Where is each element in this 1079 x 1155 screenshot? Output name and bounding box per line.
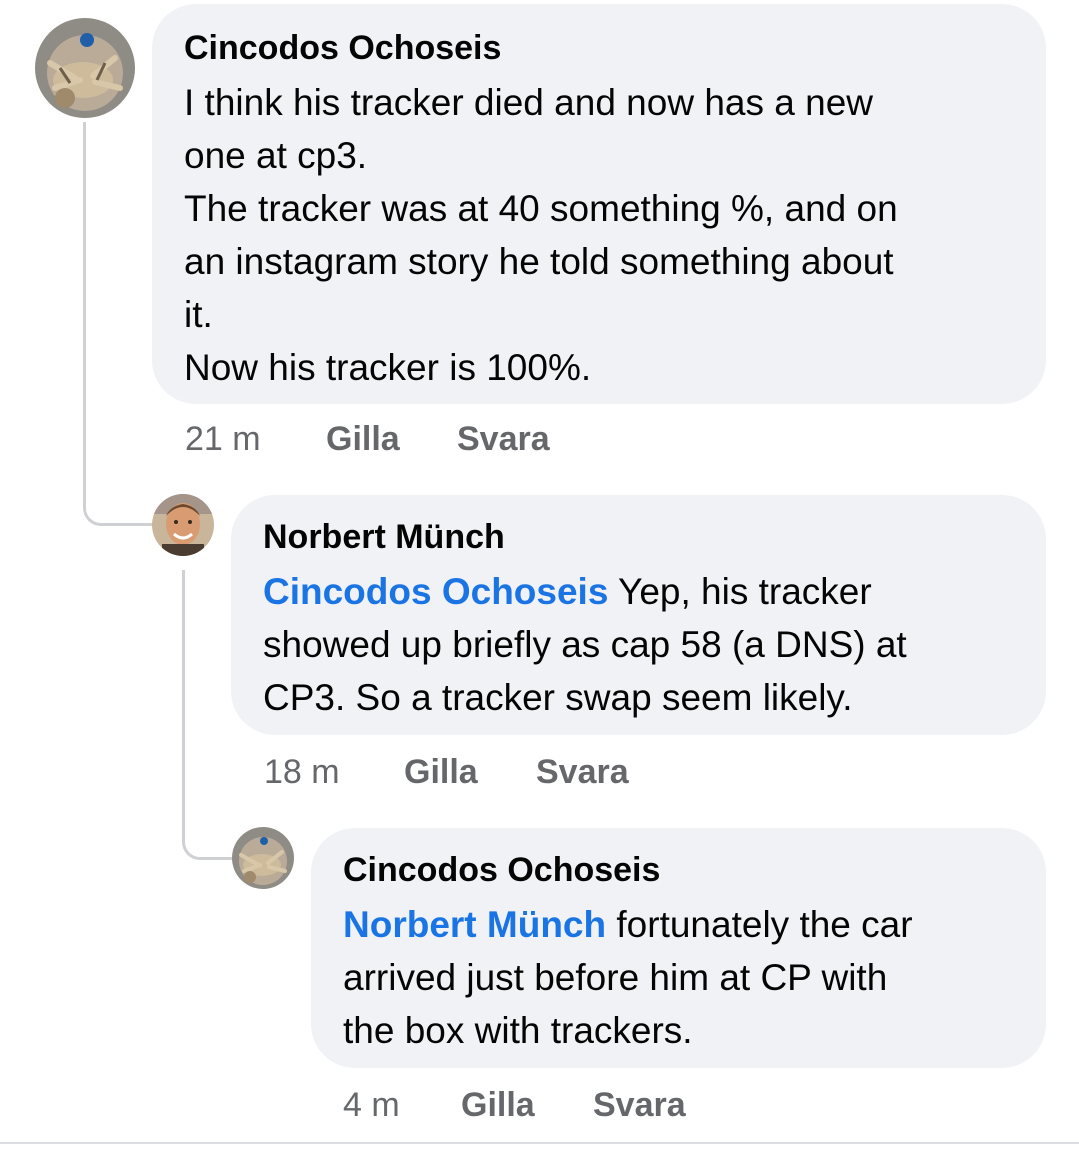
- thread-line: [83, 122, 155, 526]
- comment-text-fragment: fortunately the car: [606, 904, 913, 945]
- comment-text-line: Now his tracker is 100%.: [184, 347, 592, 388]
- comment-text-line: arrived just before him at CP with: [343, 957, 888, 998]
- like-button[interactable]: Gilla: [404, 753, 478, 792]
- like-button[interactable]: Gilla: [461, 1086, 535, 1125]
- avatar[interactable]: [232, 827, 294, 889]
- reply-button[interactable]: Svara: [536, 753, 629, 792]
- comment-author[interactable]: Cincodos Ochoseis: [343, 850, 1014, 890]
- avatar[interactable]: [152, 494, 214, 556]
- comment-text-line: Cincodos Ochoseis Yep, his tracker: [263, 565, 1014, 618]
- comment-text-line: The tracker was at 40 something %, and o…: [184, 188, 898, 229]
- comment-timestamp[interactable]: 4 m: [343, 1086, 400, 1125]
- comment-bubble[interactable]: Norbert Münch Cincodos Ochoseis Yep, his…: [231, 495, 1046, 735]
- crab-photo-avatar-icon: [232, 827, 294, 889]
- comment-text: Norbert Münch fortunately the car arrive…: [343, 898, 1014, 1057]
- comment-actions: 4 m Gilla Svara: [343, 1086, 843, 1126]
- comment-text-line: the box with trackers.: [343, 1010, 693, 1051]
- comment-text-line: CP3. So a tracker swap seem likely.: [263, 677, 853, 718]
- comment-timestamp[interactable]: 21 m: [185, 420, 261, 459]
- comment-text-line: showed up briefly as cap 58 (a DNS) at: [263, 624, 907, 665]
- comment-author[interactable]: Cincodos Ochoseis: [184, 28, 1014, 68]
- thread-line: [182, 570, 234, 860]
- crab-photo-avatar-icon: [35, 18, 135, 118]
- comment-text: I think his tracker died and now has a n…: [184, 76, 1014, 394]
- divider: [0, 1142, 1079, 1144]
- mention-link[interactable]: Cincodos Ochoseis: [263, 571, 608, 612]
- mention-link[interactable]: Norbert Münch: [343, 904, 606, 945]
- avatar[interactable]: [35, 18, 135, 118]
- comment-author[interactable]: Norbert Münch: [263, 517, 1014, 557]
- comment-actions: 18 m Gilla Svara: [264, 753, 764, 793]
- comment-text-line: I think his tracker died and now has a n…: [184, 82, 873, 123]
- like-button[interactable]: Gilla: [326, 420, 400, 459]
- comment-bubble[interactable]: Cincodos Ochoseis Norbert Münch fortunat…: [311, 828, 1046, 1068]
- comment-text-line: one at cp3.: [184, 135, 368, 176]
- man-photo-avatar-icon: [152, 494, 214, 556]
- comment-timestamp[interactable]: 18 m: [264, 753, 340, 792]
- comment-text-line: Norbert Münch fortunately the car: [343, 898, 1014, 951]
- comment-text-fragment: Yep, his tracker: [608, 571, 872, 612]
- comment-text: Cincodos Ochoseis Yep, his tracker showe…: [263, 565, 1014, 724]
- comment-text-line: an instagram story he told something abo…: [184, 241, 894, 282]
- reply-button[interactable]: Svara: [593, 1086, 686, 1125]
- comment-actions: 21 m Gilla Svara: [185, 420, 685, 460]
- comment-bubble[interactable]: Cincodos Ochoseis I think his tracker di…: [152, 4, 1046, 404]
- comment-text-line: it.: [184, 294, 213, 335]
- reply-button[interactable]: Svara: [457, 420, 550, 459]
